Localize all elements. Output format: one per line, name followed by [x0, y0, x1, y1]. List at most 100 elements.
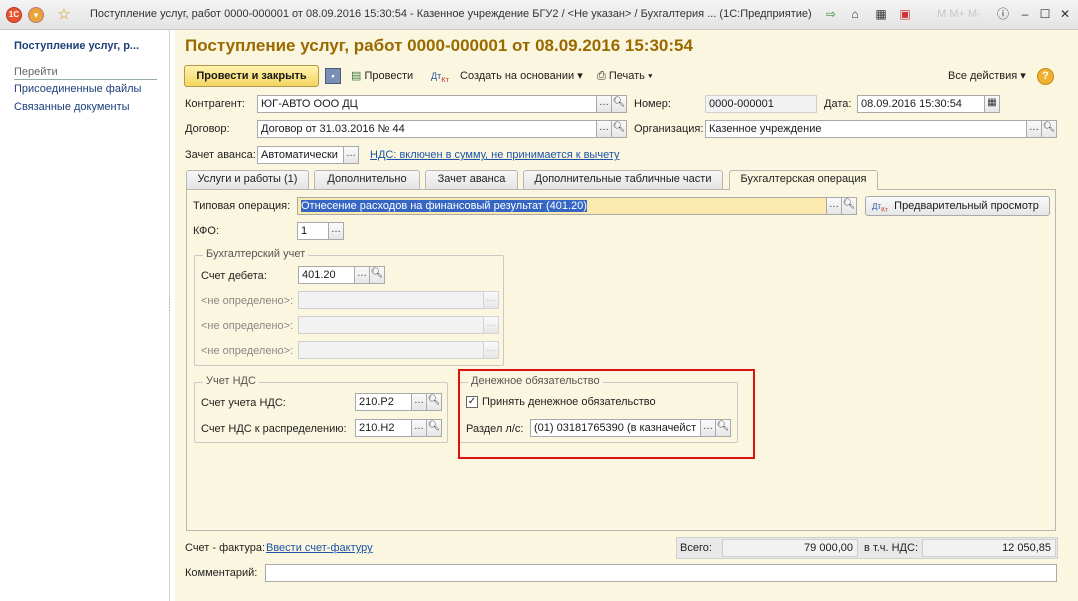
create-based-on-button[interactable]: Создать на основании ▾	[460, 66, 583, 86]
contract-select-button[interactable]: …	[596, 120, 612, 138]
number-field[interactable]: 0000-000001	[705, 95, 817, 113]
memory-buttons: М М+ М-	[937, 8, 981, 20]
sidebar-doc-title[interactable]: Поступление услуг, р...	[14, 40, 139, 52]
typical-operation-label: Типовая операция:	[193, 200, 291, 212]
date-calendar-icon[interactable]: ▦	[984, 95, 1000, 113]
subconto2-field	[298, 316, 484, 334]
kfo-select-button[interactable]: …	[328, 222, 344, 240]
create-based-on-label: Создать на основании	[460, 70, 575, 82]
print-label: Печать	[608, 70, 645, 82]
subconto2-select-button: …	[483, 316, 499, 334]
number-label: Номер:	[634, 98, 671, 110]
tab-advance-offset[interactable]: Зачет аванса	[425, 170, 518, 189]
info-icon[interactable]: ⓘ	[994, 6, 1012, 22]
favorites-star-icon[interactable]: ☆	[56, 7, 72, 23]
advance-offset-label: Зачет аванса:	[185, 149, 256, 161]
maximize-icon[interactable]: ☐	[1036, 6, 1054, 22]
sidebar-item-attached-files[interactable]: Присоединенные файлы	[14, 83, 141, 95]
chevron-down-icon: ▾	[1020, 70, 1026, 82]
tab-services-works[interactable]: Услуги и работы (1)	[186, 170, 309, 189]
organization-label: Организация:	[634, 123, 704, 135]
organization-search-icon[interactable]: 🔍︎	[1041, 120, 1057, 138]
history-icon[interactable]: ⇨	[822, 6, 840, 22]
vat-distribution-select-button[interactable]: …	[411, 419, 427, 437]
subconto3-label: <не определено>:	[201, 345, 294, 357]
minimize-icon[interactable]: –	[1016, 6, 1034, 22]
date-label: Дата:	[824, 98, 852, 110]
vat-distribution-search-icon[interactable]: 🔍︎	[426, 419, 442, 437]
highlight-frame	[458, 369, 755, 459]
kfo-label: КФО:	[193, 225, 220, 237]
typical-operation-value: Отнесение расходов на финансовый результ…	[301, 200, 587, 212]
preview-button[interactable]: ДтКт Предварительный просмотр	[865, 196, 1050, 216]
organization-field[interactable]: Казенное учреждение	[705, 120, 1027, 138]
sidebar-splitter-handle[interactable]: ⋮ ⋮	[165, 295, 174, 312]
counterparty-label: Контрагент:	[185, 98, 245, 110]
preview-label: Предварительный просмотр	[894, 200, 1039, 212]
subconto1-field	[298, 291, 484, 309]
help-icon[interactable]: ?	[1037, 68, 1054, 85]
typical-operation-search-icon[interactable]: 🔍︎	[841, 197, 857, 215]
vat-total-value: 12 050,85	[922, 539, 1056, 557]
vat-accounting-group-title: Учет НДС	[203, 375, 259, 387]
window-titlebar: 1С ▾ ☆ Поступление услуг, работ 0000-000…	[0, 0, 1078, 30]
contract-label: Договор:	[185, 123, 230, 135]
menu-dropdown-icon[interactable]: ▾	[28, 7, 44, 23]
advance-offset-field[interactable]: Автоматически	[257, 146, 344, 164]
advance-offset-select-button[interactable]: …	[343, 146, 359, 164]
tab-additional-tables[interactable]: Дополнительные табличные части	[523, 170, 723, 189]
counterparty-field[interactable]: ЮГ-АВТО ООО ДЦ	[257, 95, 597, 113]
vat-accounting-group: Учет НДС Счет учета НДС: 210.Р2 … 🔍︎ Сче…	[194, 375, 448, 443]
typical-operation-field[interactable]: Отнесение расходов на финансовый результ…	[297, 197, 827, 215]
post-and-close-button[interactable]: Провести и закрыть	[184, 65, 319, 87]
total-label: Всего:	[680, 542, 712, 554]
kfo-field[interactable]: 1	[297, 222, 329, 240]
subconto3-select-button: …	[483, 341, 499, 359]
enter-invoice-link[interactable]: Ввести счет-фактуру	[266, 542, 373, 554]
organization-select-button[interactable]: …	[1026, 120, 1042, 138]
home-icon[interactable]: ⌂	[846, 6, 864, 22]
vat-mode-link[interactable]: НДС: включен в сумму, не принимается к в…	[370, 149, 619, 161]
contract-field[interactable]: Договор от 31.03.2016 № 44	[257, 120, 597, 138]
save-icon[interactable]: ▪	[325, 68, 341, 84]
tab-accounting-operation[interactable]: Бухгалтерская операция	[729, 170, 878, 190]
counterparty-select-button[interactable]: …	[596, 95, 612, 113]
dt-kt-icon[interactable]: ДтКт	[431, 66, 449, 86]
tab-additional[interactable]: Дополнительно	[314, 170, 420, 189]
sidebar-section-goto: Перейти	[14, 66, 157, 80]
vat-distribution-label: Счет НДС к распределению:	[201, 423, 347, 435]
date-field[interactable]: 08.09.2016 15:30:54	[857, 95, 985, 113]
calculator-icon[interactable]: ▦	[872, 6, 890, 22]
all-actions-label: Все действия	[948, 70, 1018, 82]
sidebar-item-related-docs[interactable]: Связанные документы	[14, 101, 130, 113]
close-icon[interactable]: ✕	[1056, 6, 1074, 22]
accounting-group-title: Бухгалтерский учет	[203, 248, 309, 260]
subconto1-label: <не определено>:	[201, 295, 294, 307]
typical-operation-select-button[interactable]: …	[826, 197, 842, 215]
comment-label: Комментарий:	[185, 567, 258, 579]
subconto2-label: <не определено>:	[201, 320, 294, 332]
vat-distribution-field[interactable]: 210.Н2	[355, 419, 412, 437]
debit-account-search-icon[interactable]: 🔍︎	[369, 266, 385, 284]
calendar-icon[interactable]: ▣	[896, 6, 914, 22]
vat-account-search-icon[interactable]: 🔍︎	[426, 393, 442, 411]
all-actions-button[interactable]: Все действия ▾	[948, 66, 1026, 86]
debit-account-field[interactable]: 401.20	[298, 266, 355, 284]
comment-field[interactable]	[265, 564, 1057, 582]
post-label: Провести	[364, 70, 414, 82]
print-button[interactable]: ⎙ Печать ▾	[597, 66, 653, 86]
vat-account-field[interactable]: 210.Р2	[355, 393, 412, 411]
printer-icon: ⎙	[597, 70, 606, 82]
accounting-operation-panel: Типовая операция: Отнесение расходов на …	[186, 189, 1056, 531]
post-icon: ▤	[351, 70, 362, 82]
debit-account-select-button[interactable]: …	[354, 266, 370, 284]
accounting-group: Бухгалтерский учет Счет дебета: 401.20 ……	[194, 248, 504, 366]
app-logo-icon[interactable]: 1С	[6, 7, 22, 23]
subconto1-select-button: …	[483, 291, 499, 309]
vat-account-select-button[interactable]: …	[411, 393, 427, 411]
chevron-down-icon: ▾	[577, 70, 583, 82]
post-button[interactable]: ▤ Провести	[351, 66, 413, 86]
contract-search-icon[interactable]: 🔍︎	[611, 120, 627, 138]
counterparty-search-icon[interactable]: 🔍︎	[611, 95, 627, 113]
debit-account-label: Счет дебета:	[201, 270, 267, 282]
